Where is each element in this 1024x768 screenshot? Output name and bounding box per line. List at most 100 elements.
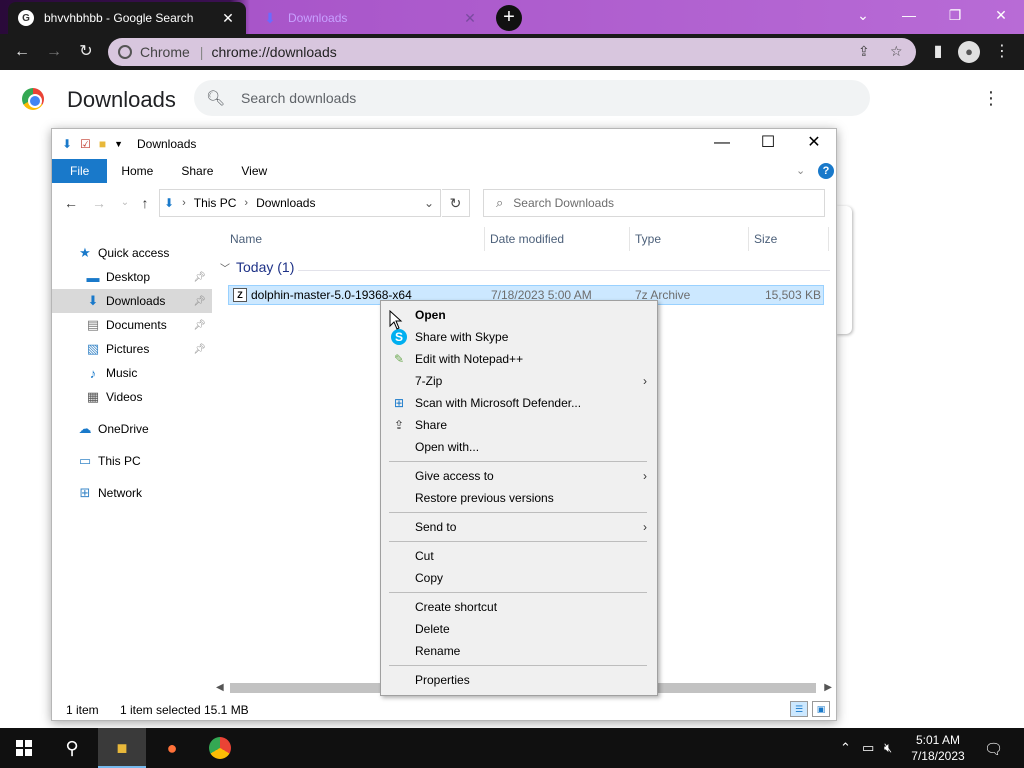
column-divider[interactable] [748,227,749,251]
file-explorer-icon[interactable]: ■ [98,728,146,768]
menu-item-defender[interactable]: ⊞ Scan with Microsoft Defender... [383,392,655,414]
menu-item-delete[interactable]: Delete [383,618,655,640]
folder-icon[interactable]: ■ [99,137,106,151]
ribbon-expand-icon[interactable]: ⌄ [796,164,805,177]
nav-label: OneDrive [98,422,149,436]
chevron-down-icon[interactable]: ⌄ [424,196,434,210]
tab-downloads[interactable]: ⬇ Downloads ✕ [252,2,488,34]
search-downloads-field[interactable]: ⌕ Search Downloads [483,189,825,217]
menu-item-open-with[interactable]: Open with... [383,436,655,458]
new-tab-button[interactable]: + [496,5,522,31]
back-button[interactable]: ← [62,193,80,213]
menu-item-properties[interactable]: Properties [383,669,655,691]
group-header-today[interactable]: ﹀ Today (1) [220,259,294,275]
large-icons-view-icon[interactable]: ▣ [812,701,830,717]
pin-icon[interactable]: 📌︎ [193,296,206,307]
share-icon[interactable]: ⇪ [858,43,870,60]
details-view-icon[interactable]: ☰ [790,701,808,717]
address-bar[interactable]: Chrome | chrome://downloads ⇪ ☆ [108,38,916,66]
close-button[interactable]: ✕ [978,0,1024,32]
qat-dropdown-icon[interactable]: ▼ [114,139,123,149]
close-button[interactable]: ✕ [791,129,837,159]
chrome-menu-icon[interactable]: ⋮ [990,40,1014,64]
start-button[interactable] [0,728,48,768]
tab-home[interactable]: Home [107,159,167,183]
show-hidden-icons-icon[interactable]: ⌃ [840,740,851,756]
menu-item-create-shortcut[interactable]: Create shortcut [383,596,655,618]
breadcrumb-downloads[interactable]: Downloads [256,196,315,210]
menu-item-7zip[interactable]: 7-Zip › [383,370,655,392]
tab-view[interactable]: View [227,159,281,183]
menu-item-cut[interactable]: Cut [383,545,655,567]
tab-close-icon[interactable]: ✕ [462,10,478,27]
firefox-icon[interactable]: ● [148,728,196,768]
profile-avatar[interactable]: ● [958,41,980,63]
nav-this-pc[interactable]: ▭ This PC [52,449,212,473]
search-downloads-input[interactable]: 🔍︎ Search downloads [194,80,870,116]
chevron-right-icon[interactable]: › [182,197,186,209]
scroll-right-icon[interactable]: ▶ [824,681,832,695]
menu-item-share-skype[interactable]: S Share with Skype [383,326,655,348]
pin-icon[interactable]: 📌︎ [193,320,206,331]
nav-music[interactable]: ♪ Music [52,361,212,385]
scroll-left-icon[interactable]: ◀ [216,681,224,695]
network-tray-icon[interactable]: ▭ [862,740,874,756]
tab-close-icon[interactable]: ✕ [220,10,236,27]
nav-pictures[interactable]: ▧ Pictures 📌︎ [52,337,212,361]
side-panel-icon[interactable]: ▮ [926,40,950,64]
restore-button[interactable]: ❐ [932,0,978,32]
volume-muted-icon[interactable]: 🔇︎ [884,740,892,756]
minimize-button[interactable]: — [886,0,932,32]
menu-item-give-access[interactable]: Give access to › [383,465,655,487]
system-clock[interactable]: 5:01 AM 7/18/2023 [900,732,976,764]
column-name[interactable]: Name [230,227,262,251]
pin-icon[interactable]: 📌︎ [193,344,206,355]
bookmark-star-icon[interactable]: ☆ [890,43,903,60]
breadcrumb-this-pc[interactable]: This PC [194,196,237,210]
nav-desktop[interactable]: ▬ Desktop 📌︎ [52,265,212,289]
chevron-down-icon[interactable]: ﹀ [220,260,230,275]
column-divider[interactable] [828,227,829,251]
tab-search-icon[interactable]: ⌄ [840,0,886,32]
tab-file[interactable]: File [52,159,108,183]
pin-icon[interactable]: 📌︎ [193,272,206,283]
chrome-taskbar-icon[interactable] [196,728,244,768]
column-date-modified[interactable]: Date modified [490,227,564,251]
notifications-icon[interactable]: 🗨︎ [984,740,1003,758]
address-breadcrumb[interactable]: ⬇ › This PC › Downloads ⌄ [159,189,441,217]
column-size[interactable]: Size [754,227,777,251]
menu-item-send-to[interactable]: Send to › [383,516,655,538]
menu-label: Give access to [415,469,494,483]
tab-share[interactable]: Share [167,159,227,183]
nav-onedrive[interactable]: ☁ OneDrive [52,417,212,441]
column-type[interactable]: Type [635,227,661,251]
menu-item-rename[interactable]: Rename [383,640,655,662]
menu-item-copy[interactable]: Copy [383,567,655,589]
forward-button[interactable]: → [42,40,66,64]
help-icon[interactable]: ? [818,163,834,179]
tab-google-search[interactable]: G bhvvhbhbb - Google Search ✕ [8,2,246,34]
properties-check-icon[interactable]: ☑ [80,137,91,151]
column-divider[interactable] [484,227,485,251]
menu-item-open[interactable]: Open [383,304,655,326]
menu-item-edit-notepad[interactable]: ✎ Edit with Notepad++ [383,348,655,370]
search-icon[interactable]: ⚲ [48,728,96,768]
back-button[interactable]: ← [10,40,34,64]
nav-network[interactable]: ⊞ Network [52,481,212,505]
menu-item-restore-versions[interactable]: Restore previous versions [383,487,655,509]
recent-locations-icon[interactable]: ⌄ [116,193,134,213]
column-divider[interactable] [629,227,630,251]
menu-item-share[interactable]: ⇪ Share [383,414,655,436]
reload-button[interactable]: ↻ [74,40,98,64]
maximize-button[interactable]: ☐ [745,129,791,159]
nav-documents[interactable]: ▤ Documents 📌︎ [52,313,212,337]
up-button[interactable]: ↑ [136,193,154,213]
nav-downloads[interactable]: ⬇ Downloads 📌︎ [52,289,212,313]
downloads-menu-icon[interactable]: ⋮ [982,88,1000,108]
nav-quick-access[interactable]: ★ Quick access [52,241,212,265]
nav-videos[interactable]: ▦ Videos [52,385,212,409]
refresh-button[interactable]: ↻ [442,189,470,217]
chevron-right-icon[interactable]: › [244,197,248,209]
forward-button[interactable]: → [90,193,108,213]
minimize-button[interactable]: — [699,129,745,159]
